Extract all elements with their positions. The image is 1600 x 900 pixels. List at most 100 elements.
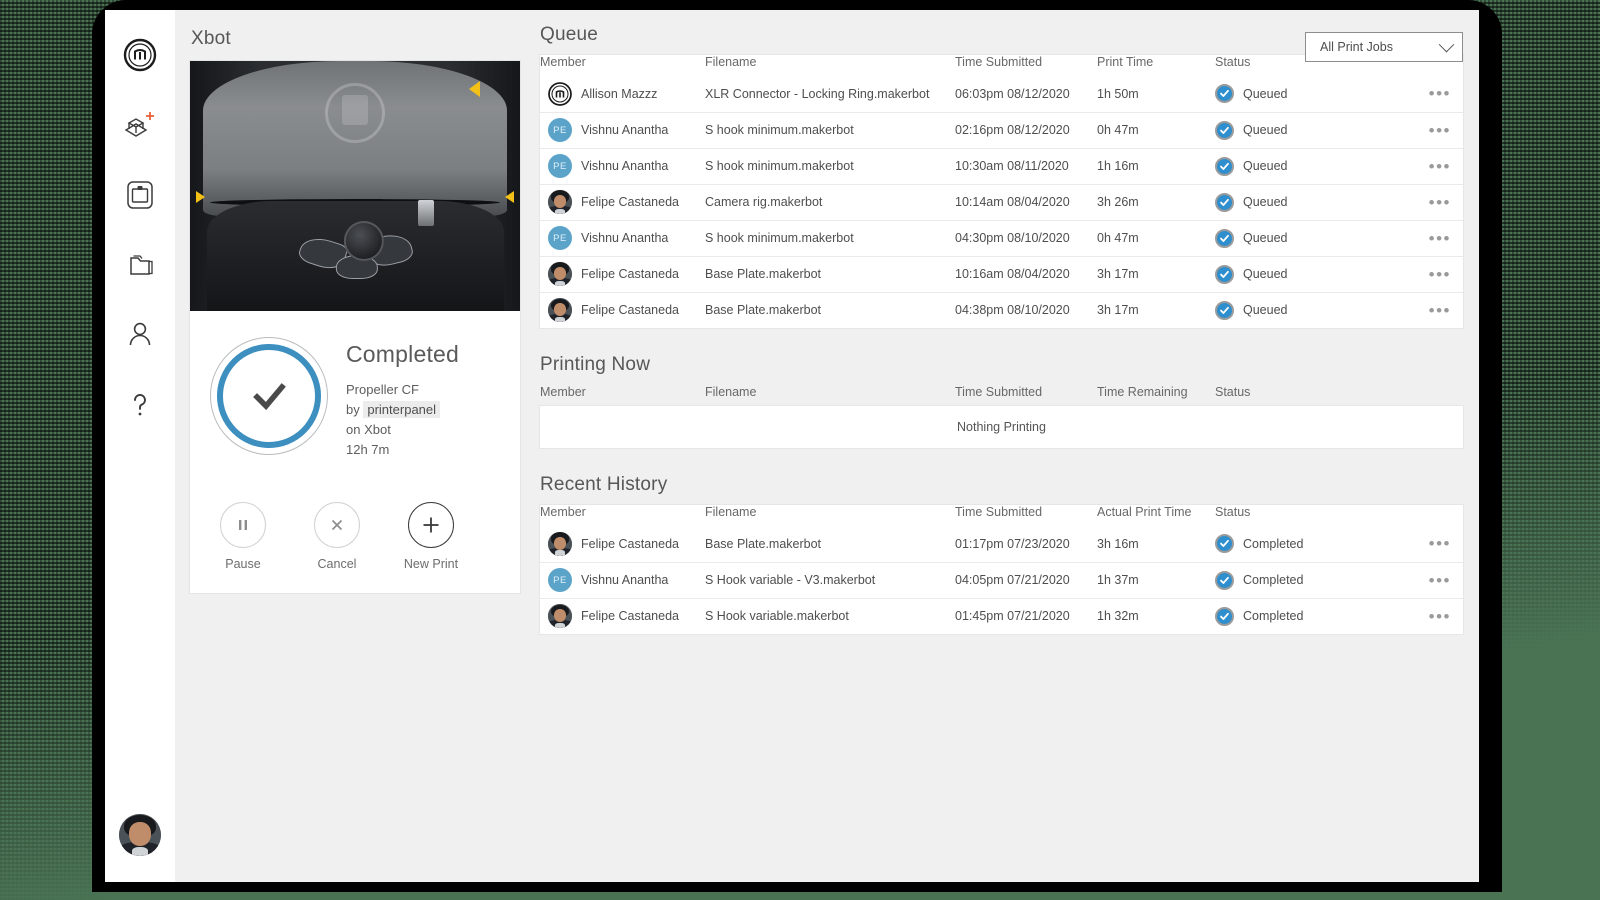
table-row[interactable]: Felipe Castaneda Base Plate.makerbot 10:16… (540, 256, 1463, 293)
status-badge: Completed (1243, 536, 1304, 551)
row-submitted: 04:38pm 08/10/2020 (955, 292, 1097, 328)
row-submitted: 04:30pm 08/10/2020 (955, 220, 1097, 257)
row-print-time: 3h 16m (1097, 526, 1215, 563)
row-member-name: Vishnu Anantha (581, 123, 669, 137)
printing-now-section-title: Printing Now (540, 354, 651, 375)
row-menu-cell[interactable]: ••• (1417, 148, 1463, 185)
status-badge: Queued (1243, 86, 1288, 101)
table-row[interactable]: Felipe Castaneda Base Plate.makerbot 01:17… (540, 526, 1463, 563)
status-check-icon (1215, 300, 1234, 320)
account-icon[interactable] (117, 312, 163, 358)
table-row[interactable]: PE Vishnu Anantha S hook minimum.makerbot 1… (540, 148, 1463, 185)
row-status-cell: Queued (1215, 184, 1417, 221)
row-overflow-menu-icon[interactable]: ••• (1429, 301, 1451, 320)
left-marker-icon (196, 191, 205, 203)
table-row[interactable]: PE Vishnu Anantha S hook minimum.makerbot 0… (540, 220, 1463, 257)
row-overflow-menu-icon[interactable]: ••• (1429, 157, 1451, 176)
status-badge: Completed (1243, 573, 1304, 587)
row-status-cell: Queued (1215, 292, 1417, 328)
table-row[interactable]: Allison Mazzz XLR Connector - Locking Rin… (540, 76, 1463, 113)
row-submitted: 10:30am 08/11/2020 (955, 148, 1097, 185)
table-row[interactable]: PE Vishnu Anantha S hook minimum.makerbot 0… (540, 112, 1463, 149)
row-overflow-menu-icon[interactable]: ••• (1429, 265, 1451, 284)
add-print-icon[interactable] (117, 102, 163, 148)
row-filename: Base Plate.makerbot (705, 292, 955, 328)
row-overflow-menu-icon[interactable]: ••• (1429, 121, 1451, 140)
row-submitted: 10:14am 08/04/2020 (955, 184, 1097, 221)
row-overflow-menu-icon[interactable]: ••• (1429, 193, 1451, 212)
status-text-block: Completed Propeller CF by printerpanel o… (346, 337, 459, 460)
queue-body: Allison Mazzz XLR Connector - Locking Rin… (540, 76, 1463, 328)
row-member-name: Vishnu Anantha (581, 231, 669, 245)
printing-now-header-row: Member Filename Time Submitted Time Rema… (540, 385, 1463, 406)
row-menu-cell[interactable]: ••• (1417, 292, 1463, 328)
printed-object (296, 209, 416, 279)
row-print-time: 3h 26m (1097, 184, 1215, 221)
table-row[interactable]: Felipe Castaneda Base Plate.makerbot 04:38… (540, 292, 1463, 328)
help-icon[interactable] (117, 382, 163, 428)
table-row[interactable]: Felipe Castaneda S Hook variable.makerbot… (540, 598, 1463, 634)
page-title: Xbot (191, 28, 231, 49)
user-avatar[interactable] (119, 814, 161, 856)
makerbot-logo-icon[interactable] (117, 32, 163, 78)
row-menu-cell[interactable]: ••• (1417, 526, 1463, 563)
row-member-cell: Felipe Castaneda (540, 526, 705, 563)
row-overflow-menu-icon[interactable]: ••• (1429, 84, 1451, 103)
row-submitted: 01:45pm 07/21/2020 (955, 598, 1097, 634)
row-menu-cell[interactable]: ••• (1417, 112, 1463, 149)
status-check-icon (1215, 534, 1234, 554)
status-badge: Completed (1243, 609, 1304, 624)
row-print-time: 0h 47m (1097, 112, 1215, 149)
printer-camera-feed[interactable] (190, 61, 520, 311)
new-print-button[interactable]: New Print (400, 502, 462, 571)
row-menu-cell[interactable]: ••• (1417, 562, 1463, 599)
row-print-time: 1h 32m (1097, 598, 1215, 634)
row-submitted: 02:16pm 08/12/2020 (955, 112, 1097, 149)
printer-status-card: Completed Propeller CF by printerpanel o… (190, 61, 520, 593)
printer-panel-column: Completed Propeller CF by printerpanel o… (190, 61, 520, 593)
history-col-filename: Filename (705, 505, 757, 519)
printer-icon[interactable] (117, 172, 163, 218)
row-overflow-menu-icon[interactable]: ••• (1429, 571, 1451, 590)
recent-history-table: Member Filename Time Submitted Actual Pr… (540, 505, 1463, 634)
sidebar (105, 10, 175, 882)
cancel-button[interactable]: Cancel (306, 502, 368, 571)
pause-button[interactable]: Pause (212, 502, 274, 571)
row-menu-cell[interactable]: ••• (1417, 184, 1463, 221)
status-badge: Queued (1243, 123, 1288, 137)
row-member-name: Vishnu Anantha (581, 573, 669, 587)
row-filename: S hook minimum.makerbot (705, 148, 955, 185)
history-col-status: Status (1215, 505, 1251, 519)
table-row[interactable]: PE Vishnu Anantha S Hook variable - V3.mak… (540, 562, 1463, 599)
row-status-cell: Completed (1215, 526, 1417, 563)
status-heading: Completed (346, 341, 460, 367)
row-menu-cell[interactable]: ••• (1417, 598, 1463, 634)
row-member-name: Vishnu Anantha (581, 159, 669, 173)
history-col-submitted: Time Submitted (955, 505, 1043, 519)
row-menu-cell[interactable]: ••• (1417, 256, 1463, 293)
row-member-cell: Allison Mazzz (540, 76, 705, 113)
row-member-name: Felipe Castaneda (581, 195, 679, 209)
status-check-icon (1215, 570, 1234, 590)
row-overflow-menu-icon[interactable]: ••• (1429, 534, 1451, 553)
top-right-marker-icon (469, 81, 480, 97)
queue-col-filename: Filename (705, 55, 757, 69)
member-avatar-initials: PE (548, 226, 572, 250)
member-avatar-photo (548, 604, 572, 629)
row-menu-cell[interactable]: ••• (1417, 76, 1463, 113)
row-member-cell: Felipe Castaneda (540, 184, 705, 221)
row-status-cell: Queued (1215, 76, 1417, 113)
printing-col-status: Status (1215, 385, 1251, 399)
print-jobs-filter-select[interactable]: All Print Jobs (1305, 32, 1463, 62)
chevron-down-icon (1438, 36, 1455, 52)
row-member-name: Allison Mazzz (581, 86, 658, 101)
table-row[interactable]: Felipe Castaneda Camera rig.makerbot 10:14… (540, 184, 1463, 221)
member-avatar-initials: PE (548, 154, 572, 178)
library-folder-icon[interactable] (117, 242, 163, 288)
row-overflow-menu-icon[interactable]: ••• (1429, 607, 1451, 626)
row-menu-cell[interactable]: ••• (1417, 220, 1463, 257)
row-overflow-menu-icon[interactable]: ••• (1429, 229, 1451, 248)
recent-history-section-title: Recent History (540, 474, 668, 495)
row-member-name: Felipe Castaneda (581, 609, 679, 624)
member-avatar-photo (548, 262, 572, 286)
